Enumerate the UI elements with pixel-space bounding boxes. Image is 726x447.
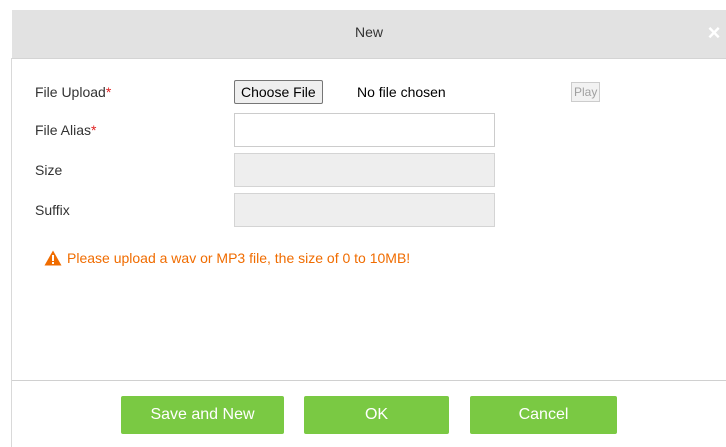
- choose-file-button[interactable]: Choose File: [234, 80, 323, 104]
- file-alias-input[interactable]: [234, 113, 495, 147]
- suffix-field: [234, 193, 495, 227]
- warning-triangle-icon: [44, 250, 62, 266]
- required-mark: *: [91, 122, 97, 138]
- file-upload-label: File Upload*: [35, 84, 111, 100]
- size-field: [234, 153, 495, 187]
- suffix-label: Suffix: [35, 202, 70, 218]
- close-icon[interactable]: ×: [704, 21, 724, 45]
- save-and-new-button[interactable]: Save and New: [121, 396, 284, 434]
- dialog-border: [11, 58, 12, 447]
- new-dialog: New × File Upload* Choose File No file c…: [0, 0, 726, 447]
- footer-divider: [12, 380, 726, 381]
- ok-button[interactable]: OK: [304, 396, 449, 434]
- file-alias-label: File Alias*: [35, 122, 96, 138]
- play-button[interactable]: Play: [571, 82, 601, 102]
- upload-warning-text: Please upload a wav or MP3 file, the siz…: [67, 250, 411, 266]
- size-label: Size: [35, 162, 63, 178]
- file-upload-label-text: File Upload: [35, 84, 106, 100]
- required-mark: *: [105, 84, 112, 100]
- file-alias-label-text: File Alias: [35, 122, 92, 138]
- cancel-button[interactable]: Cancel: [470, 396, 617, 434]
- file-status-text: No file chosen: [357, 84, 446, 100]
- dialog-titlebar: New ×: [12, 10, 726, 59]
- dialog-title: New: [354, 24, 383, 40]
